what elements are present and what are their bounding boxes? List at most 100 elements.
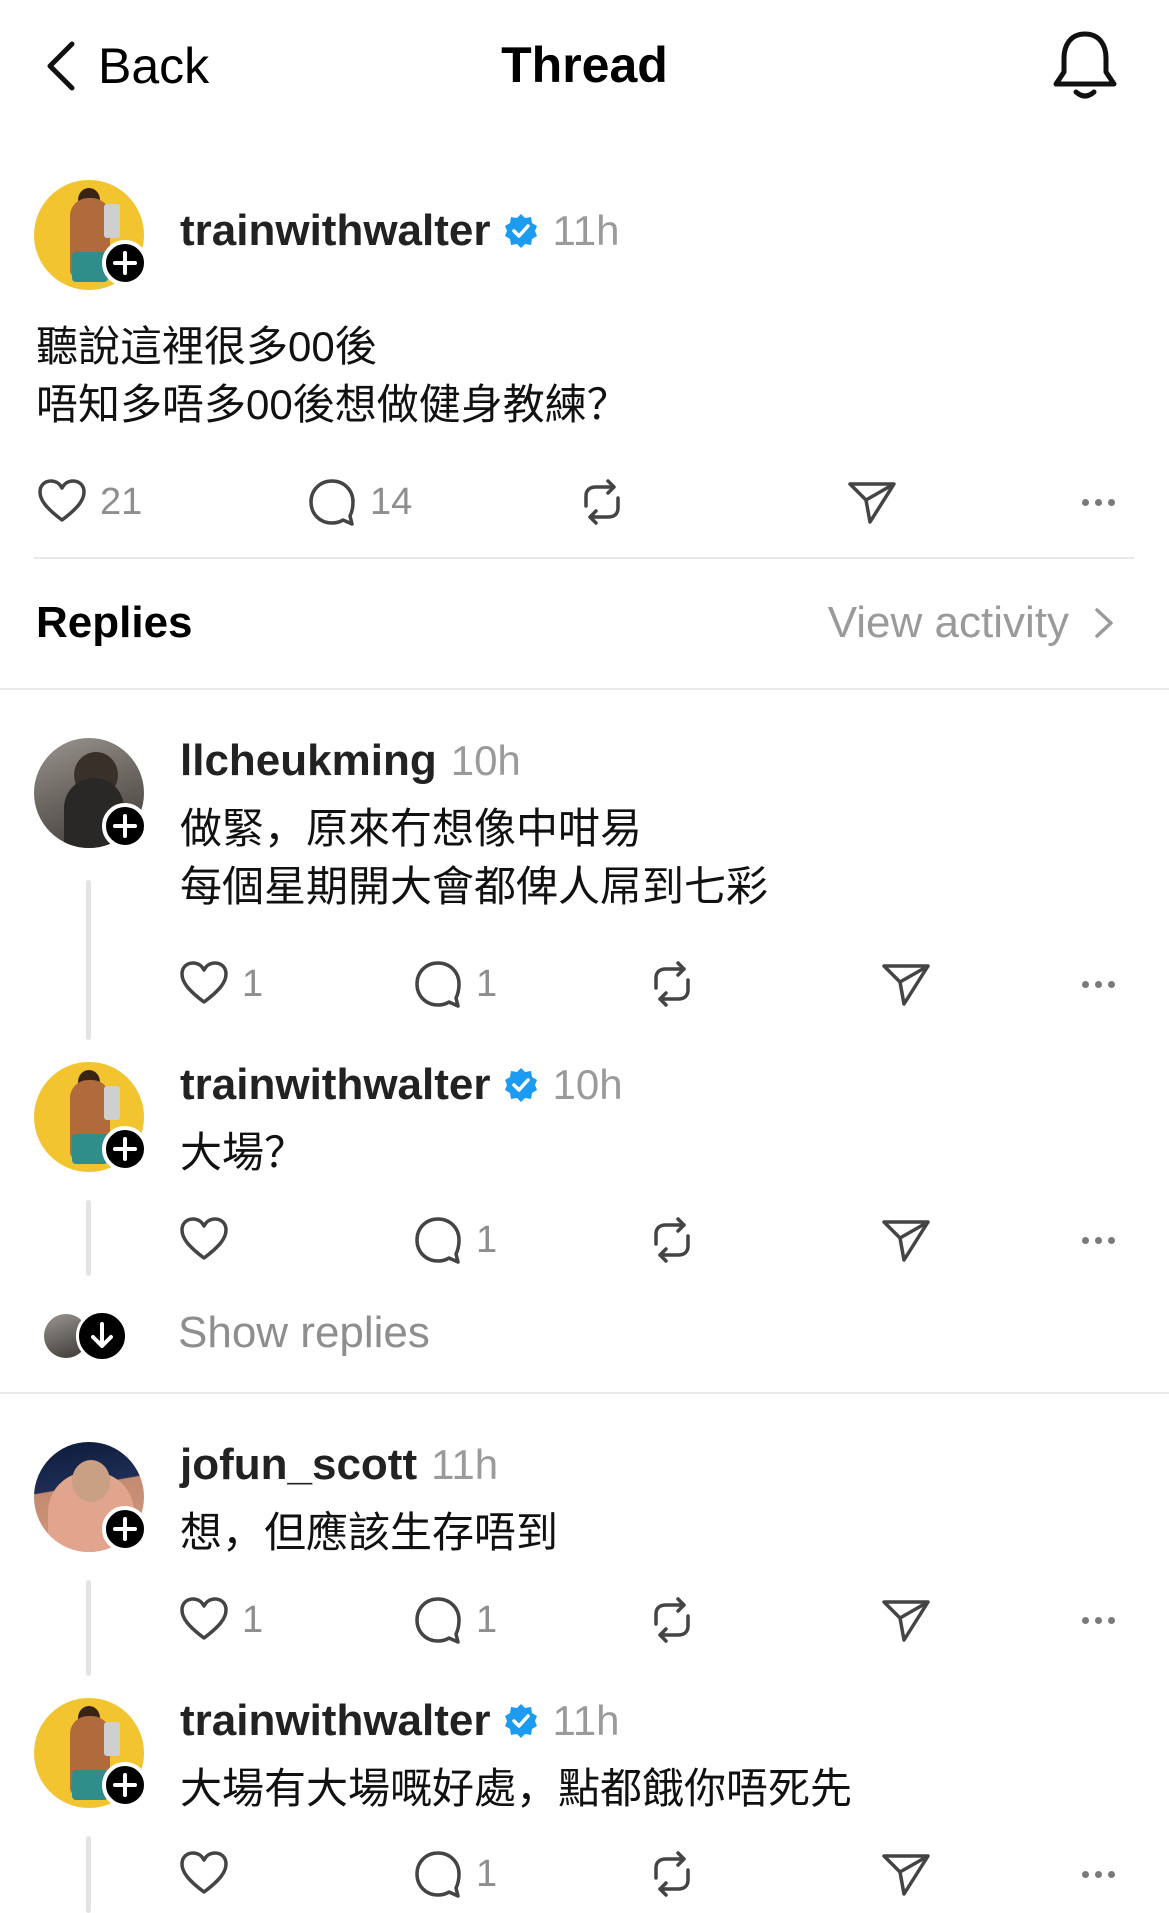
reply-time: 10h: [552, 1061, 623, 1108]
comment-icon: [309, 479, 355, 526]
view-activity-label: View activity: [827, 598, 1069, 647]
bell-icon[interactable]: [1050, 28, 1120, 102]
verified-icon: [504, 1704, 537, 1738]
comment-icon: [415, 1217, 461, 1264]
plus-icon: [113, 251, 137, 275]
reply-author[interactable]: trainwithwalter 11h: [180, 1696, 619, 1746]
repost-button[interactable]: [646, 956, 698, 1012]
like-count: 1: [242, 1598, 264, 1641]
more-button[interactable]: [1078, 474, 1118, 530]
reply-author[interactable]: llcheukming 10h: [180, 736, 521, 786]
repost-icon: [584, 479, 620, 525]
username-label: trainwithwalter: [180, 1060, 491, 1109]
share-icon: [882, 964, 930, 1006]
comment-button[interactable]: 1: [412, 1592, 497, 1648]
comment-count: 1: [476, 1598, 498, 1641]
more-button[interactable]: [1078, 1846, 1118, 1902]
repost-button[interactable]: [646, 1846, 698, 1902]
reply-text: 想，但應該生存唔到: [180, 1504, 558, 1562]
top-bar: Back Thread: [0, 0, 1169, 130]
reply-author[interactable]: jofun_scott 11h: [180, 1440, 498, 1490]
reply-time: 10h: [450, 737, 521, 784]
more-button[interactable]: [1078, 1212, 1118, 1268]
post-line: 唔知多唔多00後想做健身教練？: [36, 381, 629, 428]
like-button[interactable]: 21: [36, 474, 142, 530]
comment-icon: [415, 1851, 461, 1898]
heart-icon: [180, 961, 228, 1004]
divider: [34, 557, 1134, 559]
comment-button[interactable]: 1: [412, 956, 497, 1012]
share-icon: [882, 1600, 930, 1642]
reply-line: 想，但應該生存唔到: [180, 1509, 559, 1556]
share-button[interactable]: [846, 474, 898, 530]
plus-icon: [113, 1773, 137, 1797]
reply-text: 做緊，原來冇想像中咁易 每個星期開大會都俾人屌到七彩: [180, 800, 768, 916]
plus-icon: [113, 1137, 137, 1161]
share-icon: [882, 1220, 930, 1262]
verified-icon: [504, 214, 537, 248]
reply-actions: 1 1: [178, 1592, 1128, 1648]
follow-button[interactable]: [102, 803, 148, 849]
heart-icon: [180, 1217, 228, 1260]
repost-button[interactable]: [646, 1592, 698, 1648]
reply-actions: 1: [178, 1212, 1128, 1268]
follow-button[interactable]: [102, 1126, 148, 1172]
comment-count: 1: [476, 962, 498, 1005]
show-replies-label: Show replies: [178, 1308, 430, 1357]
like-count: 21: [100, 480, 143, 523]
username-label: llcheukming: [180, 736, 437, 785]
expand-replies: [76, 1310, 128, 1362]
heart-icon: [38, 479, 86, 522]
follow-button[interactable]: [102, 240, 148, 286]
more-button[interactable]: [1078, 956, 1118, 1012]
like-button[interactable]: [178, 1846, 230, 1902]
follow-button[interactable]: [102, 1506, 148, 1552]
comment-count: 1: [476, 1852, 498, 1895]
repost-icon: [654, 1597, 690, 1643]
arrow-down-icon: [91, 1322, 113, 1348]
comment-button[interactable]: 1: [412, 1846, 497, 1902]
chevron-right-icon: [1095, 608, 1113, 638]
username-label: jofun_scott: [180, 1440, 418, 1489]
share-icon: [882, 1854, 930, 1896]
reply-line: 做緊，原來冇想像中咁易: [180, 805, 643, 852]
comment-button[interactable]: 1: [412, 1212, 497, 1268]
thread-line: [86, 1200, 91, 1276]
repost-button[interactable]: [576, 474, 628, 530]
share-button[interactable]: [880, 956, 932, 1012]
username-label: trainwithwalter: [180, 206, 491, 255]
like-button[interactable]: 1: [178, 956, 263, 1012]
post-text: 聽說這裡很多00後 唔知多唔多00後想做健身教練？: [36, 318, 629, 434]
reply-text: 大場有大場嘅好處，點都餓你唔死先: [180, 1760, 852, 1818]
comment-icon: [415, 1597, 461, 1644]
reply-author[interactable]: trainwithwalter 10h: [180, 1060, 623, 1110]
thread-line: [86, 1836, 91, 1913]
share-button[interactable]: [880, 1592, 932, 1648]
like-count: 1: [242, 962, 264, 1005]
repost-button[interactable]: [646, 1212, 698, 1268]
heart-icon: [180, 1851, 228, 1894]
follow-button[interactable]: [102, 1762, 148, 1808]
verified-icon: [504, 1068, 537, 1102]
post-line: 聽說這裡很多00後: [36, 323, 377, 370]
reply-text: 大場？: [180, 1124, 306, 1182]
repost-icon: [654, 961, 690, 1007]
repost-icon: [654, 1851, 690, 1897]
more-button[interactable]: [1078, 1592, 1118, 1648]
view-activity-link[interactable]: View activity: [828, 598, 1117, 648]
replies-heading: Replies: [36, 598, 193, 647]
reply-actions: 1 1: [178, 956, 1128, 1012]
comment-button[interactable]: 14: [306, 474, 412, 530]
post-author[interactable]: trainwithwalter 11h: [180, 206, 619, 256]
like-button[interactable]: [178, 1212, 230, 1268]
share-button[interactable]: [880, 1846, 932, 1902]
reply-time: 11h: [431, 1441, 499, 1488]
repost-icon: [654, 1217, 690, 1263]
plus-icon: [113, 1517, 137, 1541]
reply-line: 每個星期開大會都俾人屌到七彩: [180, 863, 769, 910]
comment-icon: [415, 961, 461, 1008]
divider: [0, 688, 1169, 690]
like-button[interactable]: 1: [178, 1592, 263, 1648]
share-button[interactable]: [880, 1212, 932, 1268]
reply-line: 大場有大場嘅好處，點都餓你唔死先: [180, 1765, 853, 1812]
